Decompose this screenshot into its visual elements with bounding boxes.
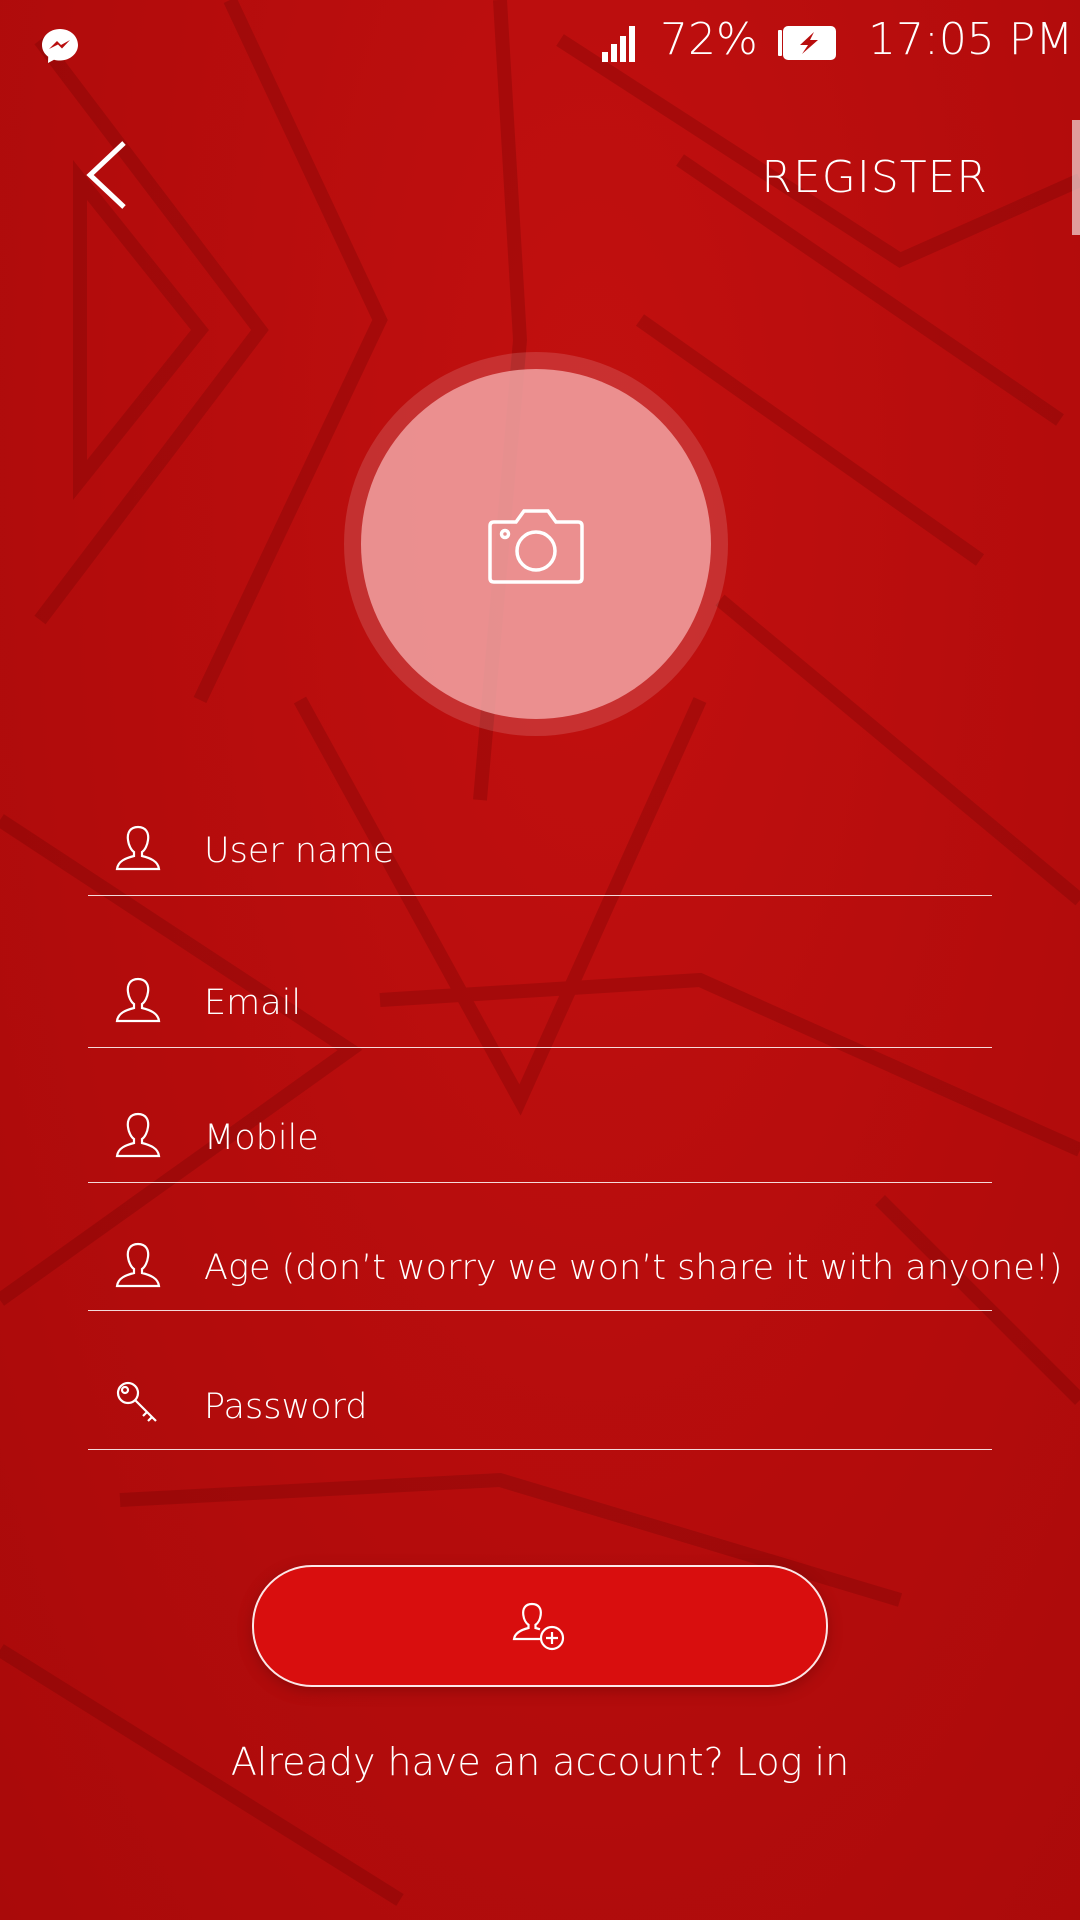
- register-button[interactable]: [252, 1565, 828, 1687]
- mobile-placeholder: Mobile: [204, 1118, 319, 1158]
- password-field[interactable]: Password: [88, 1369, 992, 1450]
- user-icon: [115, 977, 161, 1023]
- mobile-field[interactable]: Mobile: [88, 1102, 992, 1183]
- login-link[interactable]: Already have an account? Log in: [0, 1740, 1080, 1784]
- username-field[interactable]: User name: [88, 815, 992, 896]
- key-icon: [116, 1381, 157, 1422]
- status-time: 17:05 PM: [868, 14, 1074, 65]
- avatar-picker[interactable]: [344, 352, 728, 736]
- page-title: REGISTER: [761, 152, 988, 203]
- email-placeholder: Email: [204, 983, 302, 1023]
- age-placeholder: Age (don’t worry we won’t share it with …: [204, 1248, 1063, 1288]
- user-icon: [115, 1242, 161, 1288]
- signal-icon: [602, 26, 635, 62]
- camera-icon: [488, 509, 584, 584]
- password-placeholder: Password: [204, 1387, 368, 1427]
- username-placeholder: User name: [204, 831, 395, 871]
- user-icon: [115, 825, 161, 871]
- back-button[interactable]: [80, 135, 140, 215]
- battery-percentage: 72%: [660, 14, 758, 65]
- messenger-icon: [42, 29, 78, 63]
- battery-charging-icon: [778, 26, 836, 60]
- user-icon: [115, 1112, 161, 1158]
- email-field[interactable]: Email: [88, 967, 992, 1048]
- scroll-indicator[interactable]: [1072, 120, 1080, 235]
- age-field[interactable]: Age (don’t worry we won’t share it with …: [88, 1230, 1062, 1311]
- add-user-icon: [512, 1602, 565, 1651]
- register-screen: 72% 17:05 PM REGISTER User name Email Mo…: [0, 0, 1080, 1920]
- status-bar: 72% 17:05 PM: [0, 0, 1080, 88]
- avatar-circle[interactable]: [361, 369, 711, 719]
